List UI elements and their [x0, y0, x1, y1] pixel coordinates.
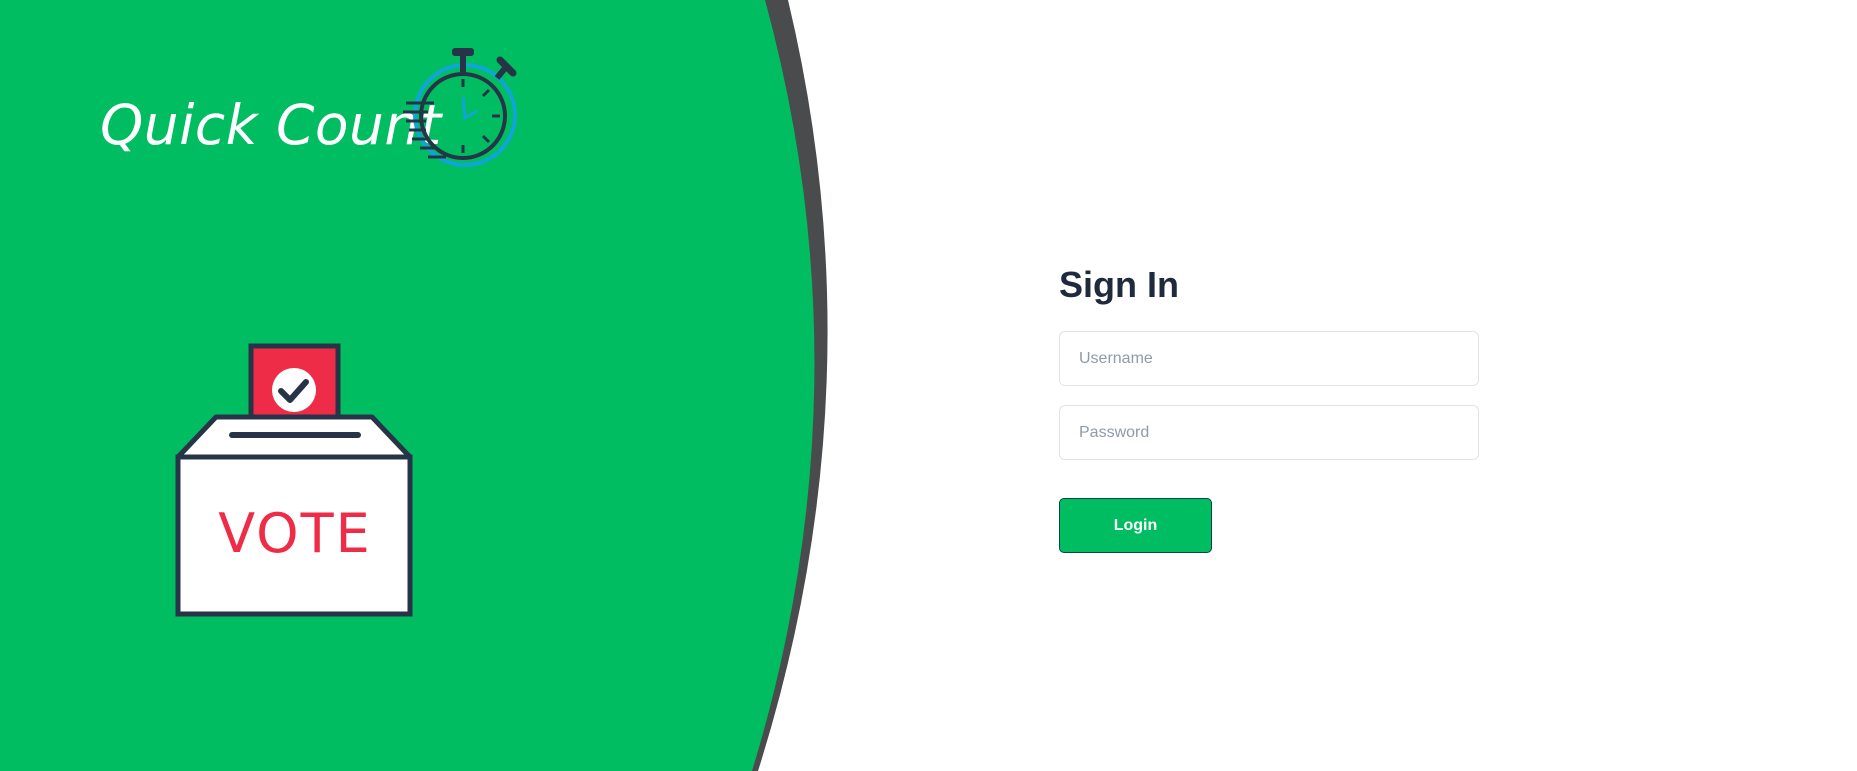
signin-form: Sign In Login: [1059, 263, 1479, 553]
stopwatch-icon: [403, 48, 517, 167]
signin-title: Sign In: [1059, 264, 1179, 305]
login-button[interactable]: Login: [1059, 498, 1212, 553]
username-input[interactable]: [1059, 331, 1479, 386]
ballot-box-icon: [175, 343, 413, 617]
brand-name: Quick Count: [100, 93, 442, 157]
login-page: Quick Count VOTE Sign In Login: [0, 0, 1857, 771]
vote-label: VOTE: [218, 502, 372, 565]
password-input[interactable]: [1059, 405, 1479, 460]
